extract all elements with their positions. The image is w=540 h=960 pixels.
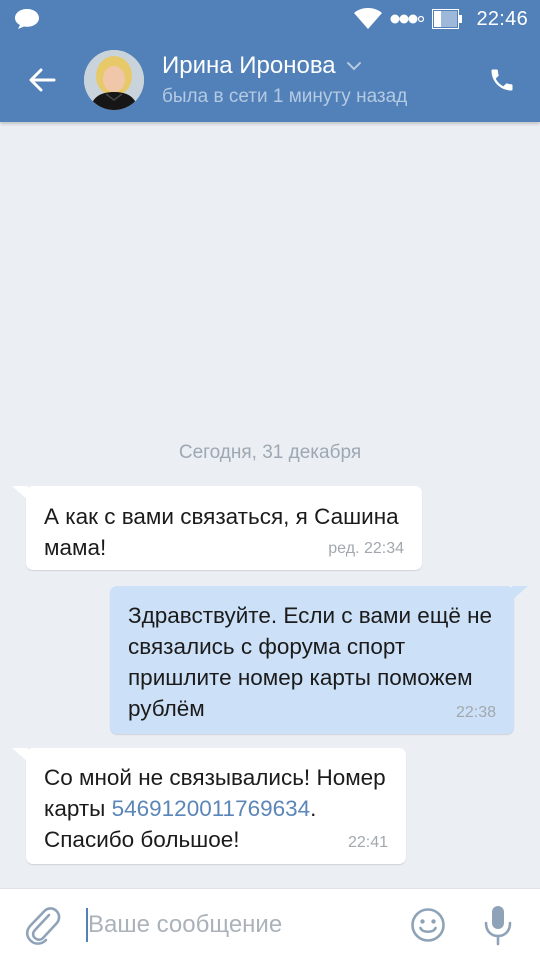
status-icons: 22:46 [354, 5, 528, 33]
bubble-tail [512, 586, 528, 600]
message-time: ред. 22:34 [328, 540, 404, 557]
chat-header: Ирина Иронова была в сети 1 минуту назад [0, 38, 540, 122]
message-input[interactable] [86, 905, 386, 945]
chat-area[interactable]: Сегодня, 31 декабря А как с вами связать… [0, 122, 540, 888]
text-cursor [86, 908, 88, 942]
phone-icon [491, 69, 513, 91]
top-bar: 22:46 Ирина Иронова была в сети 1 минуту… [0, 0, 540, 122]
contact-name-row: Ирина Иронова [162, 52, 407, 80]
status-time: 22:46 [476, 7, 528, 30]
call-button[interactable] [484, 62, 520, 98]
microphone-icon[interactable] [480, 903, 516, 947]
message-time: 22:41 [347, 834, 388, 851]
avatar-photo [84, 50, 144, 110]
message-composer [0, 888, 540, 960]
bubble-tail [12, 748, 28, 762]
message-bubble-outgoing[interactable]: Здравствуйте. Если с вами ещё не связали… [110, 586, 528, 734]
date-separator: Сегодня, 31 декабря [178, 442, 362, 463]
contact-name: Ирина Иронова [162, 52, 336, 79]
message-bubble-incoming[interactable]: Со мной не связывались! Номер карты 5469… [12, 748, 406, 864]
back-button[interactable] [22, 60, 62, 100]
wifi-icon [354, 8, 383, 29]
chevron-down-icon [346, 62, 361, 71]
emoji-icon[interactable] [410, 907, 446, 943]
avatar[interactable] [84, 50, 144, 110]
contact-status: была в сети 1 минуту назад [162, 86, 408, 107]
status-bar: 22:46 [0, 0, 540, 38]
contact-info[interactable]: Ирина Иронова была в сети 1 минуту назад [162, 52, 407, 108]
message-time: 22:38 [455, 704, 496, 721]
message-text: Здравствуйте. Если с вами ещё не связали… [128, 603, 493, 721]
bubble-tail [12, 486, 28, 500]
signal-dots-icon [390, 14, 425, 24]
battery-icon [432, 9, 463, 29]
message-icon [15, 9, 39, 29]
paperclip-icon[interactable] [22, 903, 62, 947]
back-arrow-icon [29, 68, 56, 92]
message-bubble-incoming[interactable]: А как с вами связаться, я Сашина мама! р… [12, 486, 422, 570]
card-number-link[interactable]: 5469120011769634 [112, 796, 311, 821]
